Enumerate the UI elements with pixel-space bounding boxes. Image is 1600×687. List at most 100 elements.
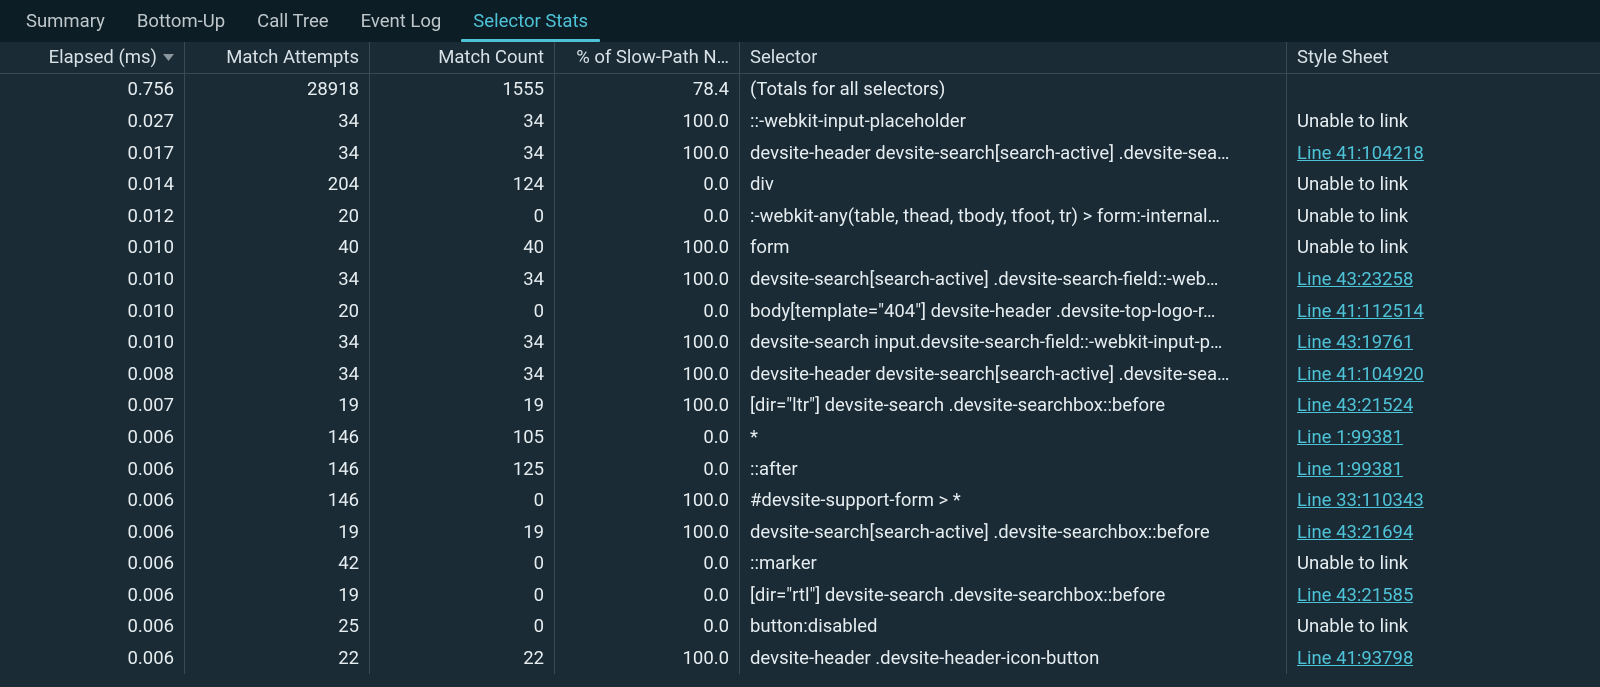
cell-match-count-text: 34	[523, 363, 544, 385]
table-row[interactable]: 0.0142041240.0divUnable to link	[0, 168, 1600, 200]
style-sheet-link[interactable]: Line 41:104218	[1297, 142, 1424, 164]
cell-slow-path-pct: 100.0	[555, 105, 740, 137]
cell-elapsed: 0.006	[0, 548, 185, 580]
table-row[interactable]: 0.0103434100.0devsite-search[search-acti…	[0, 263, 1600, 295]
cell-slow-path-pct-text: 100.0	[683, 110, 729, 132]
table-row[interactable]: 0.0062222100.0devsite-header .devsite-he…	[0, 642, 1600, 674]
cell-elapsed: 0.006	[0, 642, 185, 674]
style-sheet-link[interactable]: Line 43:21524	[1297, 394, 1413, 416]
cell-match-count-text: 0	[534, 489, 544, 511]
cell-elapsed-text: 0.756	[128, 78, 174, 100]
style-sheet-link[interactable]: Line 33:110343	[1297, 489, 1424, 511]
column-label: Elapsed (ms)	[49, 46, 157, 68]
column-header-match-attempts[interactable]: Match Attempts	[185, 42, 370, 73]
cell-slow-path-pct-text: 100.0	[683, 331, 729, 353]
table-row[interactable]: 0.0061461050.0*Line 1:99381	[0, 421, 1600, 453]
table-row[interactable]: 0.0102000.0body[template="404"] devsite-…	[0, 295, 1600, 327]
cell-selector-text: :-webkit-any(table, thead, tbody, tfoot,…	[750, 205, 1220, 227]
table-row[interactable]: 0.0061460100.0#devsite-support-form > *L…	[0, 484, 1600, 516]
style-sheet-link[interactable]: Line 43:21585	[1297, 584, 1413, 606]
table-row[interactable]: 0.0061900.0[dir="rtl"] devsite-search .d…	[0, 579, 1600, 611]
cell-selector-text: devsite-search[search-active] .devsite-s…	[750, 268, 1218, 290]
cell-match-attempts: 146	[185, 421, 370, 453]
column-header-elapsed[interactable]: Elapsed (ms)	[0, 42, 185, 73]
column-header-match-count[interactable]: Match Count	[370, 42, 555, 73]
table-row[interactable]: 0.75628918155578.4(Totals for all select…	[0, 74, 1600, 106]
cell-style-sheet: Line 41:93798	[1287, 642, 1599, 674]
style-sheet-link[interactable]: Line 1:99381	[1297, 458, 1403, 480]
cell-slow-path-pct: 0.0	[555, 579, 740, 611]
tab-call-tree[interactable]: Call Tree	[241, 0, 344, 41]
table-row[interactable]: 0.0103434100.0devsite-search input.devsi…	[0, 326, 1600, 358]
cell-match-attempts-text: 204	[328, 173, 359, 195]
cell-match-count-text: 19	[523, 521, 544, 543]
cell-elapsed-text: 0.012	[128, 205, 174, 227]
cell-selector-text: body[template="404"] devsite-header .dev…	[750, 300, 1215, 322]
cell-match-attempts: 42	[185, 548, 370, 580]
style-sheet-link[interactable]: Line 41:104920	[1297, 363, 1424, 385]
cell-elapsed-text: 0.014	[128, 173, 174, 195]
cell-match-count: 125	[370, 453, 555, 485]
cell-selector: devsite-header devsite-search[search-act…	[740, 137, 1287, 169]
cell-slow-path-pct-text: 100.0	[683, 142, 729, 164]
column-header-selector[interactable]: Selector	[740, 42, 1287, 73]
cell-style-sheet: Unable to link	[1287, 548, 1599, 580]
cell-selector: *	[740, 421, 1287, 453]
table-row[interactable]: 0.0104040100.0formUnable to link	[0, 232, 1600, 264]
column-label: Match Attempts	[226, 46, 359, 68]
table-row[interactable]: 0.0071919100.0[dir="ltr"] devsite-search…	[0, 390, 1600, 422]
table-row[interactable]: 0.0083434100.0devsite-header devsite-sea…	[0, 358, 1600, 390]
cell-selector: devsite-header .devsite-header-icon-butt…	[740, 642, 1287, 674]
cell-match-attempts: 20	[185, 200, 370, 232]
style-sheet-link[interactable]: Line 41:112514	[1297, 300, 1424, 322]
cell-selector: body[template="404"] devsite-header .dev…	[740, 295, 1287, 327]
cell-match-attempts: 34	[185, 137, 370, 169]
style-sheet-link[interactable]: Line 43:23258	[1297, 268, 1413, 290]
tab-event-log[interactable]: Event Log	[345, 0, 458, 41]
table-row[interactable]: 0.0061919100.0devsite-search[search-acti…	[0, 516, 1600, 548]
column-header-slow-path[interactable]: % of Slow-Path N…	[555, 42, 740, 73]
cell-slow-path-pct-text: 0.0	[703, 615, 729, 637]
cell-selector: button:disabled	[740, 611, 1287, 643]
cell-slow-path-pct-text: 78.4	[693, 78, 729, 100]
cell-selector-text: #devsite-support-form > *	[750, 489, 961, 511]
cell-match-count: 22	[370, 642, 555, 674]
cell-match-count: 34	[370, 105, 555, 137]
cell-style-sheet: Unable to link	[1287, 232, 1599, 264]
cell-elapsed: 0.007	[0, 390, 185, 422]
cell-match-count-text: 1555	[502, 78, 544, 100]
style-sheet-link[interactable]: Line 41:93798	[1297, 647, 1413, 669]
style-sheet-link[interactable]: Line 43:21694	[1297, 521, 1413, 543]
cell-slow-path-pct-text: 100.0	[683, 268, 729, 290]
cell-elapsed: 0.017	[0, 137, 185, 169]
table-row[interactable]: 0.0062500.0button:disabledUnable to link	[0, 611, 1600, 643]
cell-slow-path-pct-text: 0.0	[703, 458, 729, 480]
cell-selector-text: ::after	[750, 458, 798, 480]
cell-style-sheet: Line 41:112514	[1287, 295, 1599, 327]
cell-elapsed: 0.010	[0, 295, 185, 327]
table-row[interactable]: 0.0273434100.0::-webkit-input-placeholde…	[0, 105, 1600, 137]
table-row[interactable]: 0.0122000.0:-webkit-any(table, thead, tb…	[0, 200, 1600, 232]
cell-style-sheet: Line 1:99381	[1287, 453, 1599, 485]
cell-selector: devsite-header devsite-search[search-act…	[740, 358, 1287, 390]
tab-bottom-up[interactable]: Bottom-Up	[121, 0, 241, 41]
cell-match-count-text: 40	[523, 236, 544, 258]
cell-match-attempts: 19	[185, 390, 370, 422]
column-header-style-sheet[interactable]: Style Sheet	[1287, 42, 1599, 73]
cell-match-count: 40	[370, 232, 555, 264]
table-row[interactable]: 0.0064200.0::markerUnable to link	[0, 548, 1600, 580]
style-sheet-link[interactable]: Line 1:99381	[1297, 426, 1403, 448]
table-header: Elapsed (ms) Match Attempts Match Count …	[0, 42, 1600, 74]
cell-style-sheet: Unable to link	[1287, 105, 1599, 137]
cell-elapsed-text: 0.017	[128, 142, 174, 164]
cell-elapsed: 0.756	[0, 74, 185, 106]
cell-slow-path-pct-text: 100.0	[683, 236, 729, 258]
cell-match-count-text: 0	[534, 584, 544, 606]
cell-style-sheet: Line 1:99381	[1287, 421, 1599, 453]
tab-summary[interactable]: Summary	[10, 0, 121, 41]
table-row[interactable]: 0.0173434100.0devsite-header devsite-sea…	[0, 137, 1600, 169]
cell-match-attempts: 34	[185, 326, 370, 358]
tab-selector-stats[interactable]: Selector Stats	[457, 0, 604, 41]
table-row[interactable]: 0.0061461250.0::afterLine 1:99381	[0, 453, 1600, 485]
style-sheet-link[interactable]: Line 43:19761	[1297, 331, 1413, 353]
